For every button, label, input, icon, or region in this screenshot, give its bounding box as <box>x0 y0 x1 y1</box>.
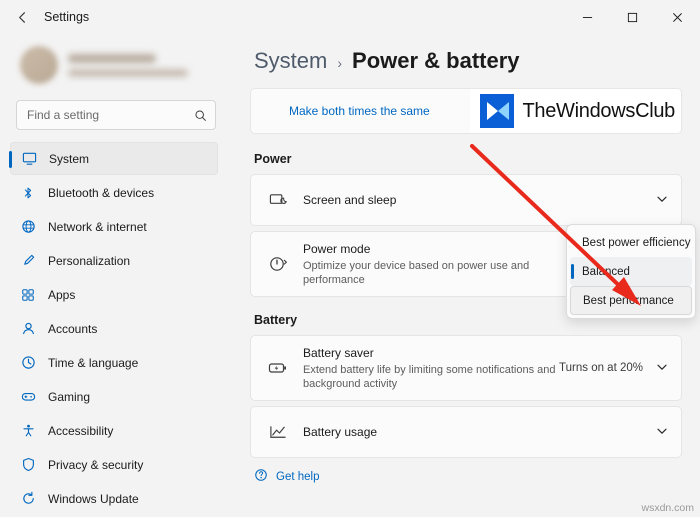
sidebar-item-label: Personalization <box>48 253 131 268</box>
card-battery-usage[interactable]: Battery usage <box>250 406 682 458</box>
sidebar-item-label: Gaming <box>48 389 91 404</box>
account-icon <box>20 321 36 337</box>
thewindowsclub-logo-icon <box>480 94 515 128</box>
sidebar-item-label: Windows Update <box>48 491 139 506</box>
window-title: Settings <box>44 10 90 24</box>
back-arrow-icon <box>18 11 25 23</box>
battery-saver-icon <box>265 358 291 378</box>
sidebar-item-gaming[interactable]: Gaming <box>10 380 218 413</box>
get-help-row[interactable]: Get help <box>254 468 682 485</box>
maximize-button[interactable] <box>610 0 655 34</box>
watermark-text: TheWindowsClub <box>522 99 675 122</box>
card-text: Screen and sleep <box>303 193 655 208</box>
dropdown-option-label: Balanced <box>582 265 630 278</box>
battery-usage-icon <box>265 423 291 442</box>
sidebar-item-label: Accounts <box>48 321 98 336</box>
dropdown-option-balanced[interactable]: Balanced <box>570 257 692 286</box>
sidebar-item-label: Time & language <box>48 355 139 370</box>
sidebar-item-label: Accessibility <box>48 423 114 438</box>
help-icon <box>254 468 268 485</box>
back-button[interactable] <box>2 2 42 32</box>
card-title: Battery usage <box>303 424 378 439</box>
breadcrumb: System › Power & battery <box>254 48 682 74</box>
close-button[interactable] <box>655 0 700 34</box>
dropdown-option-best-performance[interactable]: Best performance <box>570 286 692 315</box>
sidebar-item-system[interactable]: System <box>9 142 218 175</box>
minimize-button[interactable] <box>565 0 610 34</box>
card-text: Battery saver Extend battery life by lim… <box>303 346 559 391</box>
search-input[interactable] <box>27 108 194 122</box>
account-tile[interactable] <box>16 36 216 94</box>
get-help-link[interactable]: Get help <box>276 471 319 483</box>
dropdown-option-best-power-efficiency[interactable]: Best power efficiency <box>570 228 692 257</box>
screen-sleep-icon <box>265 191 291 210</box>
gamepad-icon <box>20 389 36 405</box>
site-watermark: TheWindowsClub <box>470 89 681 133</box>
card-screen-and-sleep[interactable]: Screen and sleep <box>250 174 682 226</box>
card-subtitle: Optimize your device based on power use … <box>303 259 530 286</box>
minimize-icon <box>582 16 593 18</box>
globe-icon <box>20 219 36 235</box>
avatar <box>20 46 58 84</box>
chevron-down-icon[interactable] <box>655 361 669 376</box>
section-heading-power: Power <box>254 152 292 166</box>
sidebar: System Bluetooth & devices Network & int… <box>0 34 228 517</box>
settings-window: Settings Find a setting System Bluetooth… <box>0 0 700 517</box>
power-mode-dropdown[interactable]: Best power efficiency Balanced Best perf… <box>566 224 696 319</box>
accessibility-icon <box>20 423 36 439</box>
sidebar-item-windows-update[interactable]: Windows Update <box>10 482 218 515</box>
sidebar-item-label: Privacy & security <box>48 457 144 472</box>
sidebar-item-privacy-security[interactable]: Privacy & security <box>10 448 218 481</box>
account-name-blurred <box>68 53 216 77</box>
corner-watermark: wsxdn.com <box>641 502 694 514</box>
close-icon <box>673 12 682 22</box>
sidebar-nav: System Bluetooth & devices Network & int… <box>4 142 228 515</box>
card-title: Screen and sleep <box>303 192 397 207</box>
breadcrumb-separator: › <box>337 55 343 71</box>
chevron-down-icon[interactable] <box>655 425 669 440</box>
sidebar-item-label: Bluetooth & devices <box>48 185 155 200</box>
bluetooth-icon <box>20 185 36 201</box>
window-controls <box>565 0 700 34</box>
dropdown-option-label: Best power efficiency <box>582 236 691 249</box>
maximize-icon <box>627 12 638 22</box>
brush-icon <box>20 253 36 269</box>
monitor-icon <box>21 151 37 167</box>
sidebar-item-time-language[interactable]: Time & language <box>10 346 218 379</box>
sidebar-item-accounts[interactable]: Accounts <box>10 312 218 345</box>
clock-icon <box>20 355 36 371</box>
dropdown-option-label: Best performance <box>583 294 674 307</box>
sidebar-item-network-internet[interactable]: Network & internet <box>10 210 218 243</box>
card-title: Battery saver <box>303 345 374 360</box>
breadcrumb-root[interactable]: System <box>254 48 327 74</box>
power-mode-icon <box>265 254 291 274</box>
page-title: Power & battery <box>352 48 520 73</box>
sidebar-item-personalization[interactable]: Personalization <box>10 244 218 277</box>
card-subtitle: Extend battery life by limiting some not… <box>303 363 556 390</box>
banner-link[interactable]: Make both times the same <box>289 104 430 118</box>
search-box[interactable] <box>16 100 216 130</box>
sidebar-item-accessibility[interactable]: Accessibility <box>10 414 218 447</box>
sidebar-item-bluetooth-devices[interactable]: Bluetooth & devices <box>10 176 218 209</box>
title-bar: Settings <box>0 0 700 34</box>
card-text: Battery usage <box>303 425 655 440</box>
card-battery-saver[interactable]: Battery saver Extend battery life by lim… <box>250 335 682 401</box>
sidebar-item-label: Apps <box>48 287 76 302</box>
sidebar-item-label: Network & internet <box>48 219 147 234</box>
chevron-down-icon[interactable] <box>655 193 669 208</box>
update-icon <box>20 491 36 507</box>
sidebar-item-apps[interactable]: Apps <box>10 278 218 311</box>
sidebar-item-label: System <box>49 151 90 166</box>
apps-icon <box>20 287 36 303</box>
banner-card: Make both times the same TheWindowsClub <box>250 88 682 134</box>
battery-saver-threshold: Turns on at 20% <box>559 362 643 374</box>
search-icon <box>194 109 207 122</box>
shield-icon <box>20 457 36 473</box>
